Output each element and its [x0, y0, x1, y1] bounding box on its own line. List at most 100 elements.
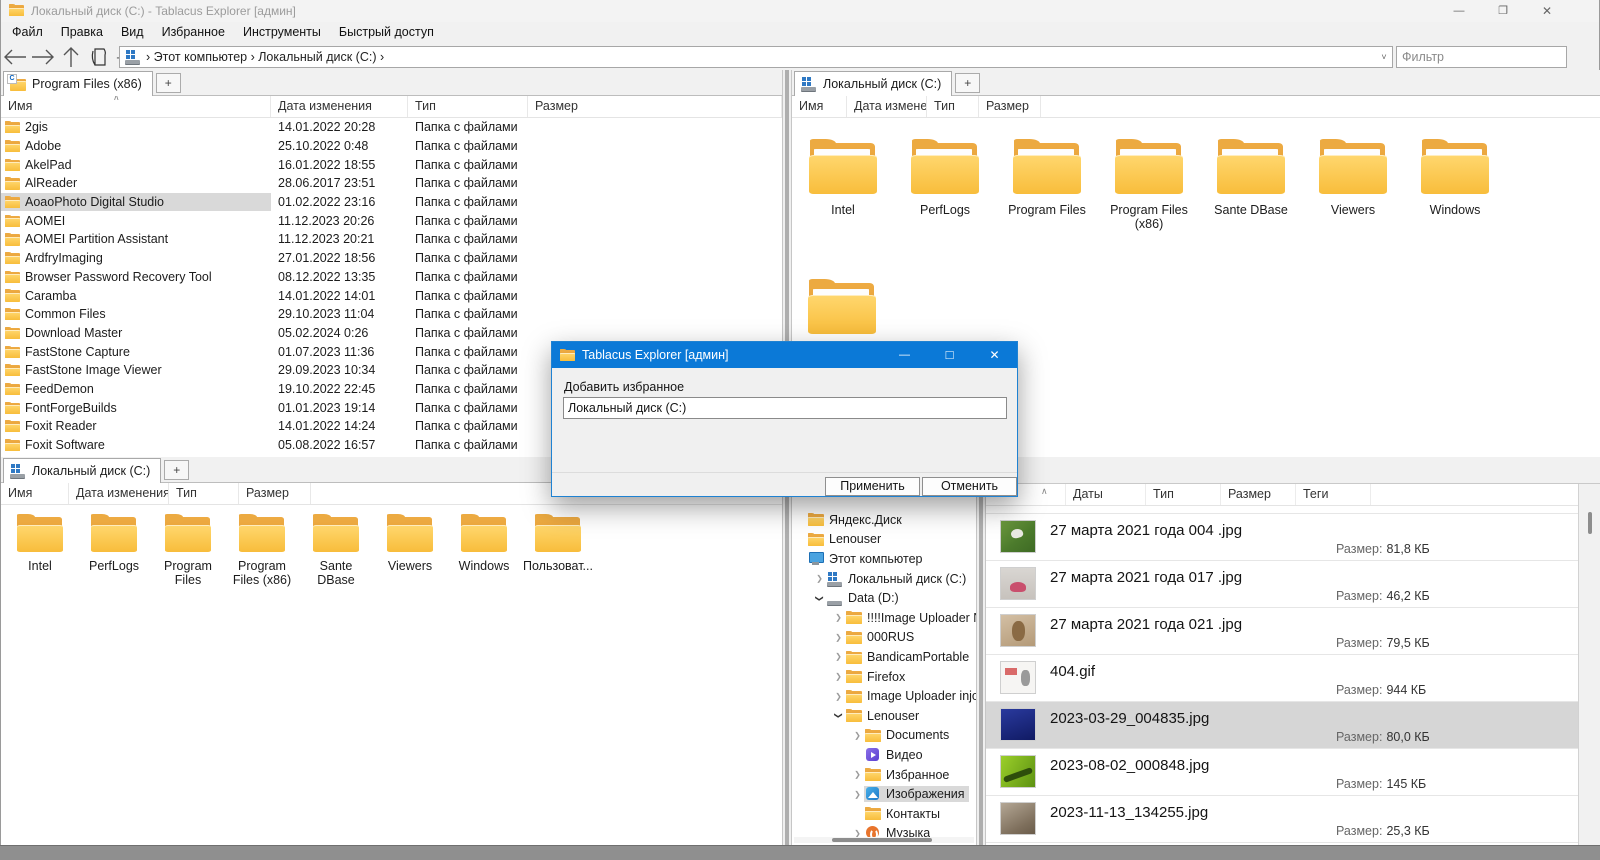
tree-expander-icon[interactable]: ❯	[832, 672, 845, 681]
new-tab-button[interactable]: +	[955, 73, 980, 93]
apply-button[interactable]: Применить	[825, 477, 920, 496]
folder-tile[interactable]: Windows	[447, 505, 521, 587]
folder-tile[interactable]: Sante DBase	[299, 505, 373, 587]
file-row[interactable]: AOMEI Partition Assistant11.12.2023 20:2…	[1, 230, 782, 249]
tree-item[interactable]: ❯BandicamPortable	[792, 647, 976, 667]
tree-expander-icon[interactable]: ❯	[851, 770, 864, 779]
file-row[interactable]: AOMEI11.12.2023 20:26Папка с файлами	[1, 211, 782, 230]
menu-item[interactable]: Избранное	[153, 22, 234, 42]
tree-expander-icon[interactable]: ❯	[832, 692, 845, 701]
column-header[interactable]: Тип	[927, 96, 979, 117]
tree-horizontal-scrollbar[interactable]	[794, 837, 974, 843]
file-row[interactable]: Download Master05.02.2024 0:26Папка с фа…	[1, 324, 782, 343]
tree-expander-icon[interactable]: ❯	[832, 613, 845, 622]
folder-tile[interactable]: PerfLogs	[894, 118, 996, 231]
column-header[interactable]: Тип	[169, 483, 239, 504]
tree-expander-icon[interactable]: ❯	[851, 790, 864, 799]
file-row[interactable]: ArdfryImaging27.01.2022 18:56Папка с фай…	[1, 249, 782, 268]
folder-tile[interactable]: Program Files	[151, 505, 225, 587]
address-bar[interactable]: › Этот компьютер › Локальный диск (C:) ›…	[119, 46, 1393, 68]
folder-tile[interactable]: Program Files	[996, 118, 1098, 231]
folder-tile[interactable]: PerfLogs	[77, 505, 151, 587]
column-header[interactable]: Имя	[1, 96, 271, 117]
file-row[interactable]: AoaoPhoto Digital Studio01.02.2022 23:16…	[1, 193, 782, 212]
menu-item[interactable]: Инструменты	[234, 22, 330, 42]
tree-expander-icon[interactable]: ❯	[813, 574, 826, 583]
file-row[interactable]: 2gis14.01.2022 20:28Папка с файлами	[1, 118, 782, 137]
tree-expander-icon[interactable]: ❯	[832, 652, 845, 661]
splitter-handle[interactable]	[979, 484, 983, 845]
dialog-close-button[interactable]: ✕	[972, 342, 1017, 368]
tree-item[interactable]: Этот компьютер	[792, 549, 976, 569]
tree-item[interactable]: Контакты	[792, 804, 976, 824]
dialog-maximize-button[interactable]: □	[927, 342, 972, 368]
folder-tile[interactable]: Program Files (x86)	[1098, 118, 1200, 231]
dialog-minimize-button[interactable]: —	[882, 342, 927, 368]
file-row[interactable]: Adobe25.10.2022 0:48Папка с файлами	[1, 137, 782, 156]
folder-tile[interactable]: Intel	[3, 505, 77, 587]
scrollbar-thumb[interactable]	[832, 838, 932, 842]
dialog-title-bar[interactable]: Tablacus Explorer [админ] — □ ✕	[552, 342, 1017, 368]
folder-icon-partial[interactable]	[808, 278, 876, 334]
up-button[interactable]	[57, 46, 85, 68]
tree-list-splitter[interactable]	[976, 484, 986, 845]
image-file-row[interactable]: 27 марта 2021 года 021 .jpgРазмер:79,5 К…	[986, 608, 1578, 655]
tree-item[interactable]: ❯000RUS	[792, 628, 976, 648]
column-header[interactable]: Дата изменения	[271, 96, 408, 117]
folder-tile[interactable]: Intel	[792, 118, 894, 231]
new-tab-button[interactable]: +	[156, 73, 181, 93]
folder-tile[interactable]: Viewers	[1302, 118, 1404, 231]
tree-item[interactable]: ❯Избранное	[792, 765, 976, 785]
image-file-row[interactable]: 2023-08-02_000848.jpgРазмер:145 КБ	[986, 749, 1578, 796]
tree-item[interactable]: ❯Локальный диск (C:)	[792, 569, 976, 589]
image-file-row[interactable]: 27 марта 2021 года 017 .jpgРазмер:46,2 К…	[986, 561, 1578, 608]
new-window-icon[interactable]	[85, 46, 113, 68]
folder-tile[interactable]: Windows	[1404, 118, 1506, 231]
favorite-name-input[interactable]	[563, 397, 1007, 419]
tree-item[interactable]: Видео	[792, 745, 976, 765]
minimize-button[interactable]: —	[1437, 0, 1481, 22]
tree-item[interactable]: ❯Documents	[792, 726, 976, 746]
file-row[interactable]: AkelPad16.01.2022 18:55Папка с файлами	[1, 155, 782, 174]
column-header[interactable]: Размер	[239, 483, 311, 504]
tree-item[interactable]: ❯Firefox	[792, 667, 976, 687]
new-tab-button[interactable]: +	[164, 460, 189, 480]
tree-expander-icon[interactable]: ❯	[834, 709, 843, 722]
column-header[interactable]: Даты	[1066, 484, 1146, 505]
list-vertical-scrollbar[interactable]	[1578, 484, 1600, 845]
menu-item[interactable]: Правка	[52, 22, 112, 42]
tree-item[interactable]: ❯Lenouser	[792, 706, 976, 726]
tree-item[interactable]: Lenouser	[792, 530, 976, 550]
column-header[interactable]: Дата изменения	[847, 96, 927, 117]
image-file-row[interactable]: 404.gifРазмер:944 КБ	[986, 655, 1578, 702]
tab-local-disk-c[interactable]: Локальный диск (C:)	[794, 71, 952, 96]
close-button[interactable]: ✕	[1525, 0, 1569, 22]
tree-item[interactable]: ❯Image Uploader injob	[792, 686, 976, 706]
tab-local-disk-c[interactable]: Локальный диск (C:)	[3, 458, 161, 483]
file-row[interactable]: Caramba14.01.2022 14:01Папка с файлами	[1, 286, 782, 305]
column-header[interactable]: Имя	[792, 96, 847, 117]
scrollbar-thumb[interactable]	[1588, 512, 1592, 534]
tree-expander-icon[interactable]: ❯	[851, 731, 864, 740]
tree-item[interactable]: ❯!!!!Image Uploader Nig	[792, 608, 976, 628]
image-file-row[interactable]: 2023-03-29_004835.jpgРазмер:80,0 КБ	[986, 702, 1578, 749]
column-header[interactable]: Тип	[408, 96, 528, 117]
file-row[interactable]: Browser Password Recovery Tool08.12.2022…	[1, 268, 782, 287]
address-dropdown-icon[interactable]: ˅	[1376, 52, 1392, 62]
folder-tile[interactable]: Viewers	[373, 505, 447, 587]
tree-expander-icon[interactable]: ❯	[832, 633, 845, 642]
column-header[interactable]: Тип	[1146, 484, 1221, 505]
column-header[interactable]: Размер	[1221, 484, 1296, 505]
column-header[interactable]: Дата изменения	[69, 483, 169, 504]
breadcrumb[interactable]: › Этот компьютер › Локальный диск (C:) ›	[146, 50, 1376, 64]
restore-button[interactable]: ❐	[1481, 0, 1525, 22]
tree-expander-icon[interactable]: ❯	[815, 592, 824, 605]
tab-program-files-x86[interactable]: C Program Files (x86)	[3, 71, 153, 96]
file-row[interactable]: Common Files29.10.2023 11:04Папка с файл…	[1, 305, 782, 324]
image-file-row[interactable]: 2023-11-13_134255.jpgРазмер:25,3 КБ	[986, 796, 1578, 843]
back-button[interactable]	[1, 46, 29, 68]
file-row[interactable]: AlReader28.06.2017 23:51Папка с файлами	[1, 174, 782, 193]
column-header[interactable]: Имя	[1, 483, 69, 504]
image-file-row[interactable]: 27 марта 2021 года 004 .jpgРазмер:81,8 К…	[986, 514, 1578, 561]
column-header[interactable]: Размер	[528, 96, 782, 117]
